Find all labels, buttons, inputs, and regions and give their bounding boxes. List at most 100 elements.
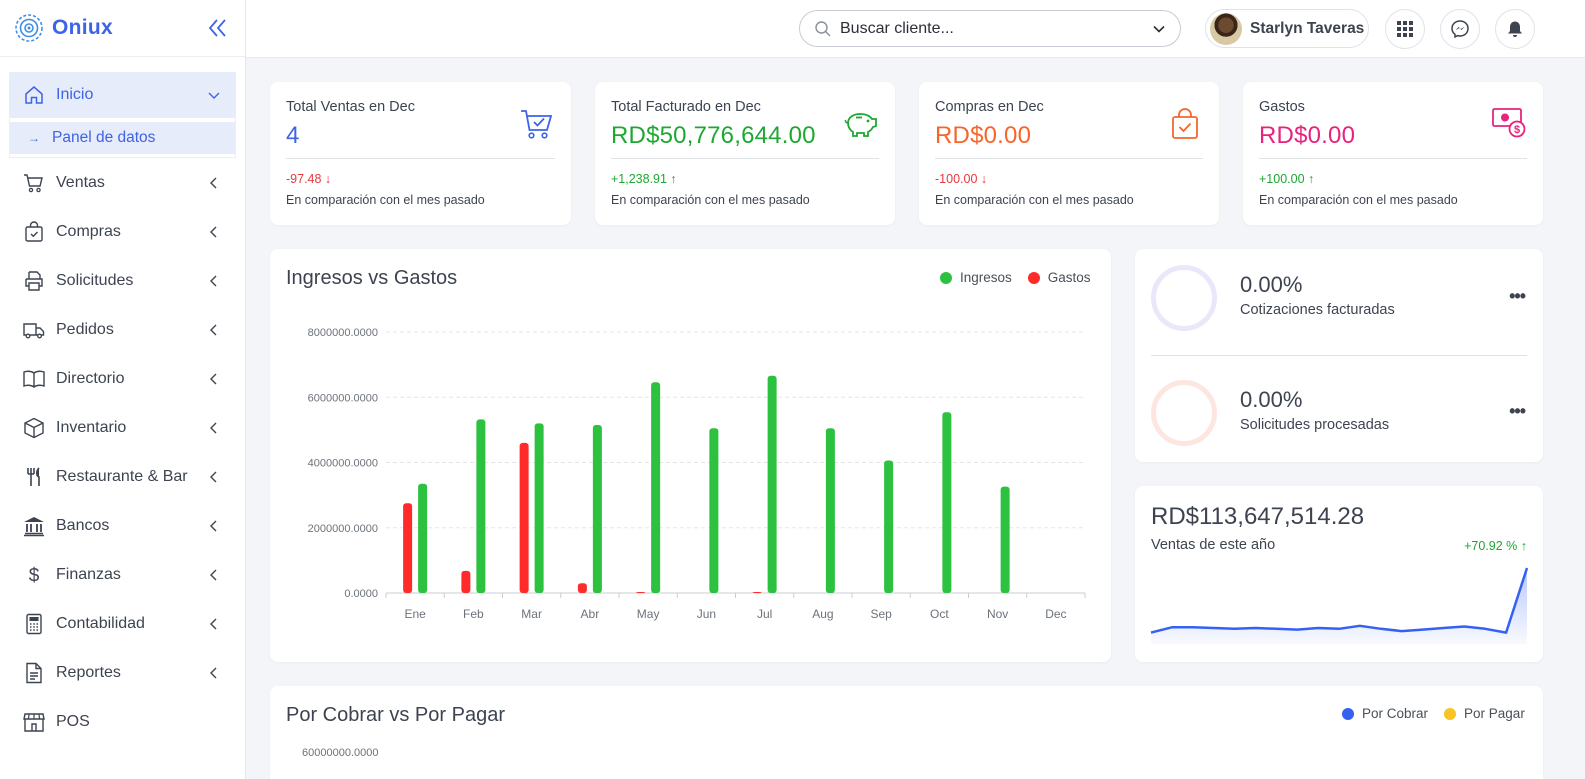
bar-ingresos (884, 460, 894, 593)
bell-icon (1508, 21, 1522, 37)
stat-value: RD$50,776,644.00 (611, 122, 816, 149)
grid-icon (1397, 21, 1413, 37)
sidebar-item-solicitudes[interactable]: Solicitudes (9, 256, 236, 305)
legend-dot-por-pagar (1444, 707, 1457, 720)
sidebar-item-label: Bancos (56, 516, 110, 534)
x-tick-label: Dec (1045, 607, 1066, 621)
chevron-left-icon (210, 422, 217, 433)
sidebar-item-pedidos[interactable]: Pedidos (9, 305, 236, 354)
x-tick-label: Aug (812, 607, 833, 621)
stat-title: Total Ventas en Dec (286, 99, 415, 115)
kpi-card: 0.00% Cotizaciones facturadas ••• 0.00% … (1135, 249, 1543, 462)
stat-compare: En comparación con el mes pasado (286, 193, 485, 207)
double-chevron-left-icon[interactable] (204, 15, 230, 41)
apps-button[interactable] (1385, 9, 1425, 49)
x-tick-label: Jun (697, 607, 716, 621)
sidebar-item-reportes[interactable]: Reportes (9, 648, 236, 697)
yearly-sales-sparkline (1150, 567, 1529, 644)
chevron-left-icon (210, 667, 217, 678)
client-search-select[interactable]: Buscar cliente... (799, 10, 1181, 47)
messenger-button[interactable] (1440, 9, 1480, 49)
stat-delta: +1,238.91 ↑ (611, 172, 677, 186)
chevron-left-icon (210, 324, 217, 335)
sidebar-item-directorio[interactable]: Directorio (9, 354, 236, 403)
x-tick-label: Jul (757, 607, 772, 621)
stat-compare: En comparación con el mes pasado (1259, 193, 1458, 207)
user-menu[interactable]: Starlyn Taveras (1205, 9, 1369, 48)
stat-title: Gastos (1259, 99, 1305, 115)
bar-ingresos (767, 375, 777, 593)
sidebar-item-label: Contabilidad (56, 614, 145, 632)
y-tick-label: 60000000.0000 (302, 747, 379, 759)
stat-card-gastos: Gastos RD$0.00 $ +100.00 ↑ En comparació… (1243, 82, 1543, 225)
book-icon (23, 368, 45, 390)
stat-value: RD$0.00 (1259, 122, 1356, 149)
truck-icon (23, 319, 45, 341)
money-bill-icon: $ (1492, 108, 1526, 138)
notifications-button[interactable] (1495, 9, 1535, 49)
chevron-left-icon (210, 471, 217, 482)
bar-ingresos (476, 419, 486, 593)
brand-name: Oniux (52, 16, 114, 39)
sidebar-item-label: Directorio (56, 369, 125, 387)
chart-title: Por Cobrar vs Por Pagar (286, 704, 505, 726)
stat-card-ventas: Total Ventas en Dec 4 -97.48 ↓ En compar… (270, 82, 571, 225)
search-input[interactable]: Buscar cliente... (840, 20, 1152, 38)
x-tick-label: May (637, 607, 660, 621)
shopping-bag-icon (23, 220, 45, 243)
y-tick-label: 2000000.0000 (308, 523, 378, 535)
shopping-bag-check-icon (1172, 108, 1198, 139)
svg-text:$: $ (29, 565, 40, 586)
sidebar-item-inicio[interactable]: Inicio (9, 72, 236, 118)
bar-ingresos (825, 428, 835, 593)
x-tick-label: Oct (930, 607, 949, 621)
messenger-icon (1451, 20, 1469, 38)
chevron-left-icon (210, 226, 217, 237)
kpi-value: 0.00% (1240, 387, 1303, 412)
sidebar-item-contabilidad[interactable]: Contabilidad (9, 599, 236, 648)
x-tick-label: Abr (581, 607, 600, 621)
sidebar-item-finanzas[interactable]: $ Finanzas (9, 550, 236, 599)
chevron-left-icon (210, 520, 217, 531)
bar-ingresos (534, 423, 544, 593)
sidebar-item-inventario[interactable]: Inventario (9, 403, 236, 452)
sidebar-item-restaurante-bar[interactable]: Restaurante & Bar (9, 452, 236, 501)
y-tick-label: 6000000.0000 (308, 392, 378, 404)
sidebar-item-label: Pedidos (56, 320, 114, 338)
sidebar-item-bancos[interactable]: Bancos (9, 501, 236, 550)
bar-ingresos (592, 424, 602, 593)
legend-label-por-cobrar: Por Cobrar (1362, 706, 1429, 721)
divider (1259, 158, 1527, 159)
x-tick-label: Mar (521, 607, 542, 621)
bar-gastos (403, 503, 413, 593)
x-tick-label: Nov (987, 607, 1008, 621)
sidebar-menu: Inicio → Panel de datos Ventas Compras S… (9, 72, 236, 746)
sidebar-item-label: Reportes (56, 663, 121, 681)
income-expense-card: Ingresos vs Gastos Ingresos Gastos 80000… (270, 249, 1111, 662)
divider (286, 158, 555, 159)
sidebar-item-label: Solicitudes (56, 271, 134, 289)
avatar (1210, 12, 1242, 45)
sparkline-line (1150, 567, 1529, 634)
stat-title: Compras en Dec (935, 99, 1044, 115)
more-options-icon[interactable]: ••• (1509, 401, 1526, 422)
divider (935, 158, 1203, 159)
sidebar-item-pos[interactable]: POS (9, 697, 236, 746)
sidebar-item-ventas[interactable]: Ventas (9, 158, 236, 207)
utensils-icon (23, 466, 45, 488)
more-options-icon[interactable]: ••• (1509, 286, 1526, 307)
divider (1151, 355, 1527, 356)
brand-logo-icon (15, 14, 43, 42)
divider (611, 158, 879, 159)
sidebar-item-compras[interactable]: Compras (9, 207, 236, 256)
chevron-left-icon (210, 177, 217, 188)
stat-card-compras: Compras en Dec RD$0.00 -100.00 ↓ En comp… (919, 82, 1219, 225)
svg-text:$: $ (1514, 124, 1520, 136)
bar-ingresos (1000, 486, 1010, 593)
kpi-label: Cotizaciones facturadas (1240, 302, 1395, 318)
stat-value: 4 (286, 122, 300, 149)
chevron-down-icon[interactable] (1152, 22, 1166, 36)
sidebar-subitem-panel-de-datos[interactable]: → Panel de datos (10, 121, 235, 154)
bar-gastos (519, 442, 529, 593)
chevron-left-icon (210, 618, 217, 629)
